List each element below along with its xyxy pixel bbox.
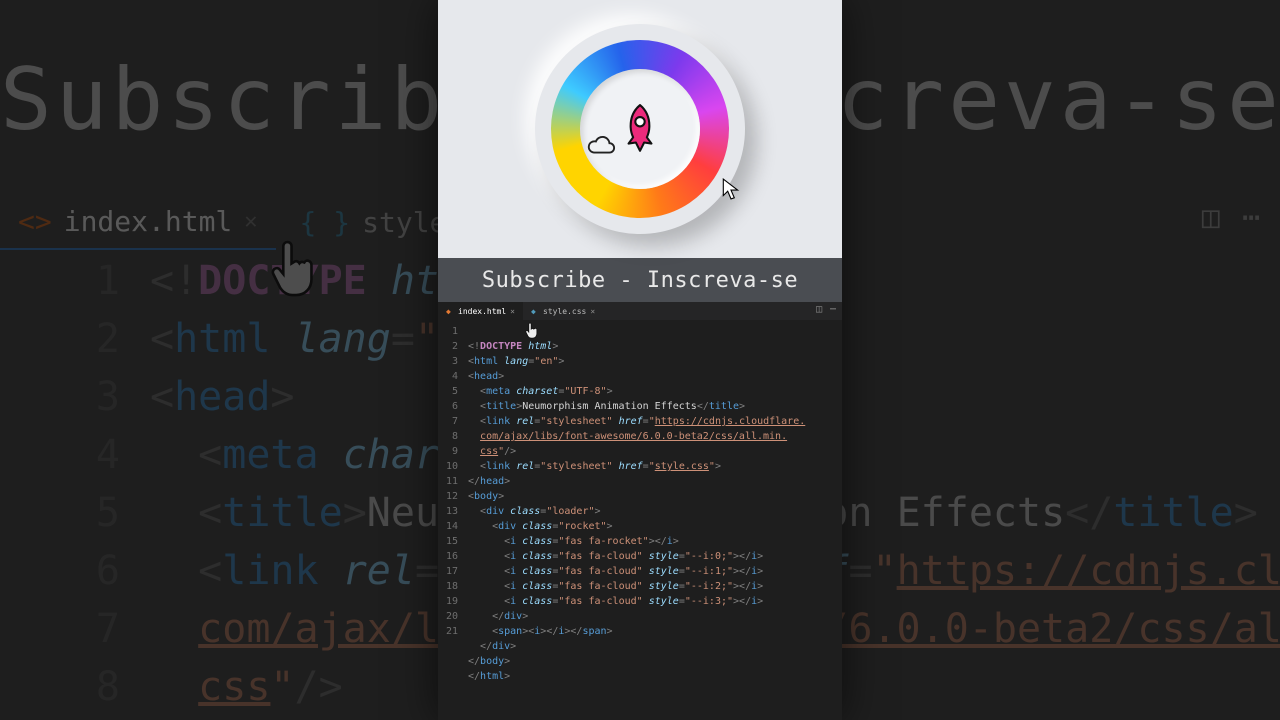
fg-code-area[interactable]: <!DOCTYPE html> <html lang="en"> <head> … (468, 324, 838, 699)
cursor-icon (722, 178, 740, 200)
fg-editor: ◆ index.html × ◆ style.css × ◫ ⋯ 12 34 5… (438, 302, 842, 720)
fg-tab-style-css[interactable]: ◆ style.css × (523, 302, 603, 320)
neumorphic-ring (535, 24, 745, 234)
more-icon[interactable]: ⋯ (1242, 200, 1260, 235)
fg-tab-label: index.html (458, 307, 506, 316)
bg-tab-label: index.html (64, 205, 233, 238)
css-icon: ◆ (531, 307, 539, 315)
bg-line-numbers: 1 2 3 4 5 6 7 8 (20, 252, 120, 716)
close-icon[interactable]: × (590, 307, 595, 316)
hand-cursor-icon (524, 321, 542, 341)
split-editor-icon[interactable]: ◫ (1202, 200, 1220, 235)
bg-tab-index-html[interactable]: <> index.html ✕ (0, 195, 276, 250)
html-icon: <> (18, 205, 52, 238)
hand-cursor-icon (268, 235, 328, 305)
fg-tab-label: style.css (543, 307, 586, 316)
gradient-ring (551, 40, 729, 218)
rocket-icon (618, 103, 662, 155)
fg-editor-actions: ◫ ⋯ (816, 304, 836, 315)
html-icon: ◆ (446, 307, 454, 315)
foreground-panel: Subscribe - Inscreva-se ◆ index.html × ◆… (438, 0, 842, 720)
fg-tab-bar: ◆ index.html × ◆ style.css × (438, 302, 842, 320)
split-editor-icon[interactable]: ◫ (816, 304, 822, 315)
ring-inner (580, 69, 700, 189)
preview-area (438, 0, 842, 258)
close-icon[interactable]: × (510, 307, 515, 316)
fg-tab-index-html[interactable]: ◆ index.html × (438, 302, 523, 320)
close-icon[interactable]: ✕ (244, 209, 257, 234)
fg-line-numbers: 12 34 56 78 910 1112 1314 1516 1718 1920… (438, 324, 464, 639)
bg-editor-actions: ◫ ⋯ (1202, 200, 1260, 235)
more-icon[interactable]: ⋯ (830, 304, 836, 315)
cloud-icon (586, 135, 616, 157)
subscribe-banner: Subscribe - Inscreva-se (438, 258, 842, 302)
